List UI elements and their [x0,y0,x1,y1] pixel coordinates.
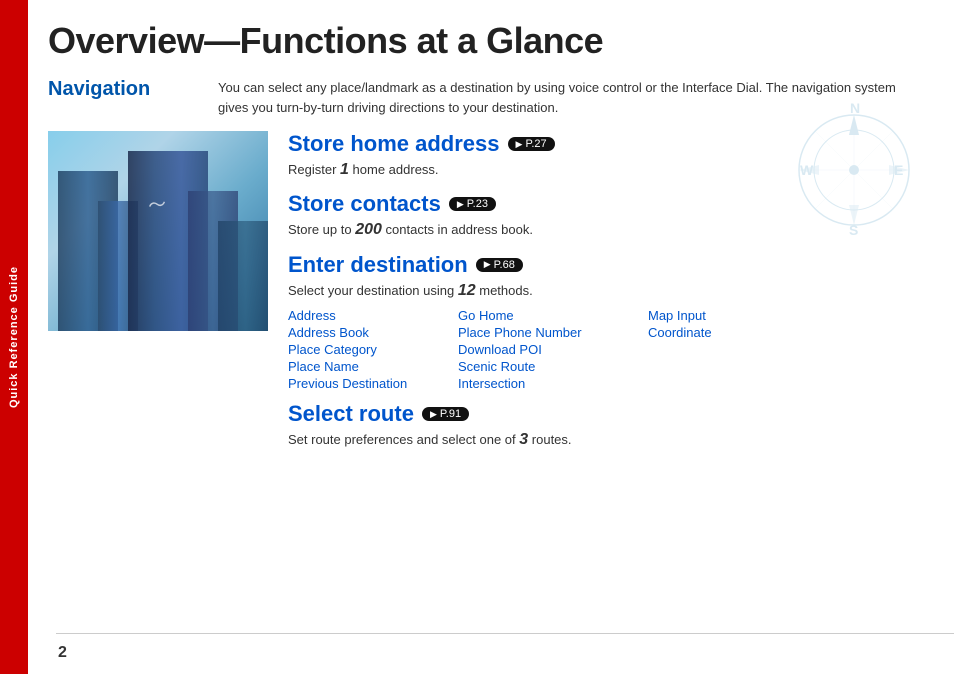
method-place-category[interactable]: Place Category [288,342,448,357]
store-home-page-ref: P.27 [508,137,555,151]
select-route-page-ref: P.91 [422,407,469,421]
method-coordinate[interactable]: Coordinate [648,325,778,340]
svg-text:E: E [894,162,903,178]
store-home-heading: Store home address [288,131,500,157]
page-number: 2 [58,644,67,662]
store-contacts-heading: Store contacts [288,191,441,217]
section-header: Navigation You can select any place/land… [48,78,924,117]
section-label: Navigation [48,78,208,101]
store-contacts-suffix: contacts in address book. [382,222,533,237]
select-route-suffix: routes. [528,432,571,447]
select-route-heading: Select route [288,401,414,427]
content-body: 〜 Store home address P.27 Register 1 hom… [48,131,924,456]
store-home-suffix: home address. [349,162,439,177]
svg-text:W: W [800,162,814,178]
method-previous-destination[interactable]: Previous Destination [288,376,448,391]
main-content: Overview—Functions at a Glance Navigatio… [28,0,954,674]
enter-destination-heading: Enter destination [288,252,468,278]
enter-destination-subtext: Select your destination using 12 methods… [288,280,924,302]
store-contacts-prefix: Store up to [288,222,355,237]
method-intersection[interactable]: Intersection [458,376,638,391]
svg-text:S: S [849,222,858,238]
enter-destination-bold: 12 [458,282,476,299]
method-go-home[interactable]: Go Home [458,308,638,323]
select-route-subtext: Set route preferences and select one of … [288,429,924,451]
enter-destination-prefix: Select your destination using [288,283,458,298]
method-address[interactable]: Address [288,308,448,323]
select-route-heading-row: Select route P.91 [288,401,924,427]
select-route-bold: 3 [519,431,528,448]
building-backdrop: 〜 [48,131,268,331]
method-place-phone[interactable]: Place Phone Number [458,325,638,340]
sidebar-tab: Quick Reference Guide [0,0,28,674]
store-home-prefix: Register [288,162,340,177]
store-home-bold: 1 [340,161,349,178]
svg-text:N: N [850,100,860,116]
compass-rose: N S E W [794,100,924,250]
enter-destination-suffix: methods. [476,283,533,298]
store-contacts-page-ref: P.23 [449,197,496,211]
bottom-separator [56,633,954,634]
enter-destination-page-ref: P.68 [476,258,523,272]
method-place-name[interactable]: Place Name [288,359,448,374]
select-route-prefix: Set route preferences and select one of [288,432,519,447]
method-scenic-route[interactable]: Scenic Route [458,359,638,374]
method-address-book[interactable]: Address Book [288,325,448,340]
sidebar-tab-label: Quick Reference Guide [8,266,20,408]
page-title: Overview—Functions at a Glance [48,20,924,62]
enter-destination-heading-row: Enter destination P.68 [288,252,924,278]
method-download-poi[interactable]: Download POI [458,342,638,357]
store-contacts-bold: 200 [355,221,382,238]
photo-buildings: 〜 [48,131,268,331]
methods-grid: Address Go Home Map Input Address Book P… [288,308,924,391]
building-5 [218,221,268,331]
method-map-input[interactable]: Map Input [648,308,778,323]
